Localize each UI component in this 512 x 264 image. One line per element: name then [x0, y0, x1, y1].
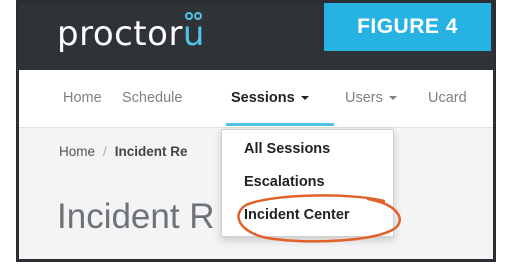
nav-item-sessions[interactable]: Sessions	[231, 70, 309, 127]
menu-item-incident-center[interactable]: Incident Center	[244, 207, 350, 223]
nav-item-home[interactable]: Home	[63, 70, 102, 127]
logo-text: proctor	[57, 14, 183, 54]
nav-item-label: Users	[345, 90, 383, 106]
page-title-start: Incident R	[57, 197, 215, 236]
nav-item-users[interactable]: Users	[345, 70, 397, 127]
nav-item-label: Schedule	[122, 90, 183, 106]
nav-item-ucard[interactable]: Ucard	[428, 70, 467, 127]
breadcrumb-home-link[interactable]: Home	[59, 144, 95, 159]
active-tab-indicator	[226, 123, 334, 126]
page-title: Incident Rr	[57, 197, 351, 237]
nav-item-label: Ucard	[428, 90, 467, 106]
main-nav: Home Schedule Sessions Users Ucard	[19, 70, 493, 128]
logo-u: u	[183, 12, 205, 56]
caret-down-icon	[388, 96, 397, 101]
sessions-dropdown-menu: All Sessions Escalations Incident Center	[221, 129, 394, 237]
nav-item-schedule[interactable]: Schedule	[122, 70, 182, 127]
breadcrumb-separator: /	[103, 144, 107, 159]
figure-badge: FIGURE 4	[324, 3, 491, 51]
proctoru-logo[interactable]: proctor u	[57, 12, 205, 56]
breadcrumb-current: Incident Re	[114, 144, 188, 159]
nav-item-label: Sessions	[231, 90, 295, 106]
caret-down-icon	[300, 96, 309, 101]
app-window: proctor u FIGURE 4 Home Schedule Sessions…	[16, 0, 496, 262]
menu-item-all-sessions[interactable]: All Sessions	[244, 141, 330, 157]
owl-eyes-icon	[184, 12, 203, 22]
top-header: proctor u FIGURE 4	[19, 3, 493, 70]
menu-item-escalations[interactable]: Escalations	[244, 174, 325, 190]
breadcrumb: Home / Incident Re	[59, 144, 188, 159]
nav-item-label: Home	[63, 90, 102, 106]
